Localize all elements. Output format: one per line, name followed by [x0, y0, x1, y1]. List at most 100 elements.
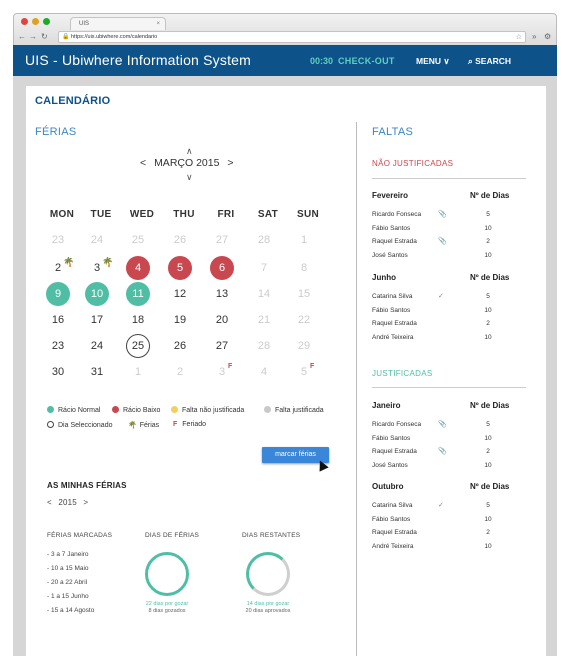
- wrench-menu-icon[interactable]: ⚙: [544, 31, 551, 43]
- next-year-icon[interactable]: >: [83, 498, 88, 507]
- employee-name[interactable]: Ricardo Fonseca: [372, 421, 421, 428]
- employee-name[interactable]: Catarina Silva: [372, 293, 412, 300]
- close-window-icon[interactable]: [21, 18, 28, 25]
- calendar-day[interactable]: 6: [210, 256, 234, 280]
- legend-falta-nj: Falta não justificada: [171, 406, 244, 414]
- employee-name[interactable]: Fábio Santos: [372, 307, 410, 314]
- calendar-day[interactable]: 27: [210, 334, 234, 358]
- search-button[interactable]: ⌕ SEARCH: [468, 56, 511, 67]
- calendar-day[interactable]: 18: [126, 308, 150, 332]
- calendar-day[interactable]: 14: [252, 282, 276, 306]
- num-dias-value: 2: [486, 448, 490, 455]
- calendar-day[interactable]: 2: [168, 360, 192, 384]
- back-icon[interactable]: ←: [18, 31, 26, 43]
- employee-name[interactable]: Raquel Estrada: [372, 448, 417, 455]
- app-header: UIS - Ubiwhere Information System 00:30 …: [13, 45, 557, 76]
- employee-name[interactable]: Fábio Santos: [372, 225, 410, 232]
- employee-name[interactable]: Fábio Santos: [372, 435, 410, 442]
- employee-name[interactable]: Raquel Estrada: [372, 238, 417, 245]
- dias-ferias-caption-b: 8 dias gozados: [148, 608, 186, 614]
- brand-title[interactable]: UIS - Ubiwhere Information System: [25, 52, 251, 68]
- employee-name[interactable]: Catarina Silva: [372, 502, 412, 509]
- employee-name[interactable]: André Teixeira: [372, 543, 413, 550]
- num-dias-heading: Nº de Dias: [470, 482, 510, 491]
- legend-dia-sel: Dia Seleccionado: [47, 421, 112, 429]
- calendar-day[interactable]: 13: [210, 282, 234, 306]
- forward-icon[interactable]: →: [29, 31, 37, 43]
- calendar-day[interactable]: 24: [85, 334, 109, 358]
- yellow-dot-icon: [171, 406, 178, 413]
- prev-month-icon[interactable]: <: [140, 157, 146, 169]
- checkout-button[interactable]: CHECK-OUT: [338, 56, 395, 66]
- calendar-day[interactable]: 1: [292, 228, 316, 252]
- attachment-icon[interactable]: 📎: [438, 420, 447, 428]
- weekday-mon: MON: [49, 209, 75, 220]
- calendar-day[interactable]: 19: [168, 308, 192, 332]
- maximize-window-icon[interactable]: [43, 18, 50, 25]
- calendar-day[interactable]: 30: [46, 360, 70, 384]
- employee-name[interactable]: José Santos: [372, 462, 408, 469]
- green-dot-icon: [47, 406, 54, 413]
- calendar-day[interactable]: 23: [46, 228, 70, 252]
- calendar-day[interactable]: 5: [168, 256, 192, 280]
- employee-name[interactable]: Raquel Estrada: [372, 320, 417, 327]
- bookmark-star-icon[interactable]: ☆: [516, 32, 522, 43]
- calendar-day[interactable]: 23: [46, 334, 70, 358]
- check-icon[interactable]: ✓: [438, 501, 444, 509]
- browser-tab[interactable]: UIS ×: [70, 17, 166, 30]
- close-tab-icon[interactable]: ×: [156, 18, 160, 30]
- employee-name[interactable]: Fábio Santos: [372, 516, 410, 523]
- minimize-window-icon[interactable]: [32, 18, 39, 25]
- calendar-day[interactable]: 9: [46, 282, 70, 306]
- employee-name[interactable]: André Teixeira: [372, 334, 413, 341]
- calendar-day[interactable]: 28: [252, 228, 276, 252]
- legend-label: Falta justificada: [275, 407, 324, 414]
- calendar-day[interactable]: 29: [292, 334, 316, 358]
- calendar-day[interactable]: 4: [126, 256, 150, 280]
- calendar-day[interactable]: 1: [126, 360, 150, 384]
- dias-restantes-caption-b: 20 dias aprovados: [245, 608, 291, 614]
- reload-icon[interactable]: ↻: [41, 31, 48, 43]
- check-icon[interactable]: ✓: [438, 292, 444, 300]
- calendar-day[interactable]: 8: [292, 256, 316, 280]
- legend-label: Rácio Normal: [58, 407, 101, 414]
- attachment-icon[interactable]: 📎: [438, 210, 447, 218]
- calendar-day[interactable]: 7: [252, 256, 276, 280]
- calendar-day[interactable]: 20: [210, 308, 234, 332]
- column-divider: [356, 122, 357, 656]
- prev-year-icon[interactable]: <: [47, 498, 52, 507]
- employee-name[interactable]: José Santos: [372, 252, 408, 259]
- calendar-day[interactable]: 27: [210, 228, 234, 252]
- calendar-day[interactable]: 28: [252, 334, 276, 358]
- calendar-day[interactable]: 26: [168, 228, 192, 252]
- menu-button[interactable]: MENU ∨: [416, 56, 450, 67]
- calendar-day[interactable]: 24: [85, 228, 109, 252]
- calendar-day[interactable]: 31: [85, 360, 109, 384]
- calendar-day[interactable]: 15: [292, 282, 316, 306]
- legend-label: Rácio Baixo: [123, 407, 161, 414]
- calendar-day[interactable]: 10: [85, 282, 109, 306]
- calendar-day[interactable]: 16: [46, 308, 70, 332]
- calendar-day[interactable]: 12: [168, 282, 192, 306]
- month-heading: Junho: [372, 273, 396, 282]
- extensions-icon[interactable]: »: [532, 31, 536, 43]
- calendar-day[interactable]: 11: [126, 282, 150, 306]
- employee-name[interactable]: Ricardo Fonseca: [372, 211, 421, 218]
- attachment-icon[interactable]: 📎: [438, 447, 447, 455]
- year-up-icon[interactable]: ∧: [186, 146, 193, 157]
- nao-justificadas-title: NÃO JUSTIFICADAS: [372, 159, 454, 168]
- employee-name[interactable]: Raquel Estrada: [372, 529, 417, 536]
- legend-falta-j: Falta justificada: [264, 406, 324, 414]
- attachment-icon[interactable]: 📎: [438, 237, 447, 245]
- year-down-icon[interactable]: ∨: [186, 172, 193, 183]
- next-month-icon[interactable]: >: [227, 157, 233, 169]
- calendar-day[interactable]: 4: [252, 360, 276, 384]
- calendar-day[interactable]: 21: [252, 308, 276, 332]
- legend-normal: Rácio Normal: [47, 406, 100, 414]
- calendar-day[interactable]: 25: [126, 228, 150, 252]
- calendar-day[interactable]: 25: [126, 334, 150, 358]
- calendar-day[interactable]: 26: [168, 334, 192, 358]
- calendar-day[interactable]: 17: [85, 308, 109, 332]
- calendar-day[interactable]: 22: [292, 308, 316, 332]
- address-bar[interactable]: 🔒 https://uis.ubiwhere.com/calendario ☆: [58, 31, 526, 43]
